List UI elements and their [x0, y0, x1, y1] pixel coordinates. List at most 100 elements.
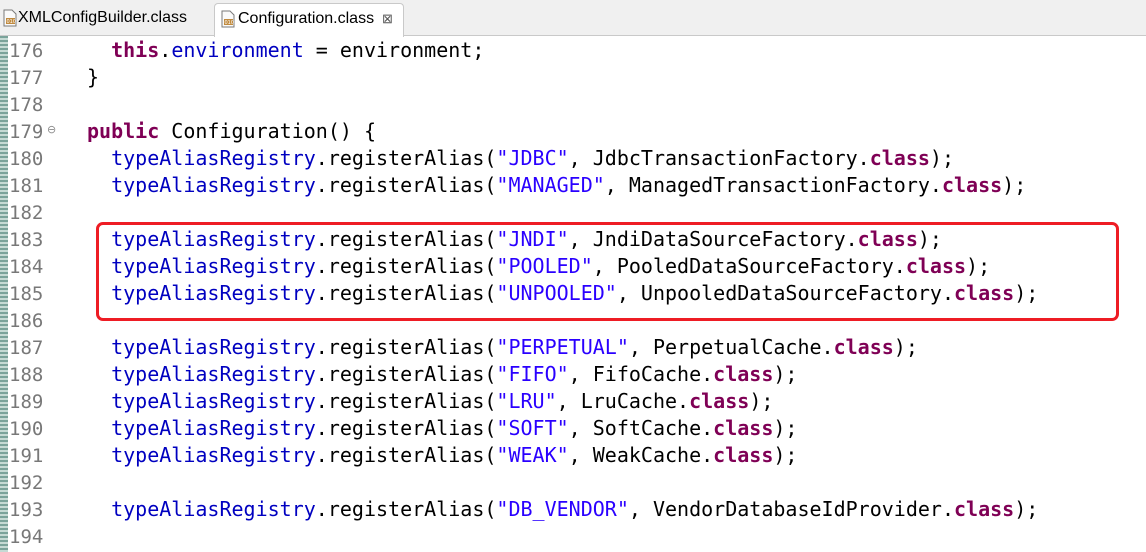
keyword-token: class: [953, 497, 1015, 521]
code-line: 187 typeAliasRegistry.registerAlias("PER…: [0, 334, 1146, 361]
code-token: , VendorDatabaseIdProvider.: [628, 497, 954, 521]
keyword-token: class: [713, 416, 774, 440]
line-number: 185: [9, 283, 44, 305]
code-text: typeAliasRegistry.registerAlias("DB_VEND…: [87, 496, 1038, 523]
line-number: 193: [9, 499, 44, 521]
code-text: typeAliasRegistry.registerAlias("PERPETU…: [87, 334, 918, 361]
keyword-token: public: [87, 119, 160, 143]
code-token: );: [929, 146, 955, 170]
svg-text:010: 010: [225, 20, 235, 26]
tab-label: Configuration.class: [238, 10, 375, 27]
tab-label: XMLConfigBuilder.class: [18, 9, 187, 26]
code-line: 181 typeAliasRegistry.registerAlias("MAN…: [0, 172, 1146, 199]
code-token: , PerpetualCache.: [628, 335, 834, 359]
line-number: 194: [9, 526, 44, 548]
code-token: , FifoCache.: [568, 362, 714, 386]
code-line: 189 typeAliasRegistry.registerAlias("LRU…: [0, 388, 1146, 415]
code-line: 192: [0, 469, 1146, 496]
line-number: 176: [9, 40, 44, 62]
keyword-token: class: [713, 362, 774, 386]
string-token: "FIFO": [496, 362, 569, 386]
code-token: );: [773, 362, 798, 386]
line-number: 177: [9, 67, 44, 89]
svg-text:010: 010: [7, 19, 17, 25]
tab-configuration[interactable]: 010 Configuration.class ⊠: [214, 3, 404, 37]
keyword-token: class: [833, 335, 894, 359]
keyword-token: class: [713, 443, 774, 467]
code-token: );: [1014, 497, 1039, 521]
line-number: 181: [9, 175, 44, 197]
code-text: typeAliasRegistry.registerAlias("MANAGED…: [87, 172, 1026, 199]
code-token: .registerAlias(: [315, 362, 497, 386]
string-token: "MANAGED": [496, 173, 605, 197]
code-token: .registerAlias(: [315, 416, 497, 440]
line-number: 187: [9, 337, 44, 359]
keyword-token: class: [941, 173, 1003, 197]
code-token: }: [87, 65, 100, 89]
code-token: .registerAlias(: [315, 443, 497, 467]
line-number: 191: [9, 445, 44, 467]
code-line: 190 typeAliasRegistry.registerAlias("SOF…: [0, 415, 1146, 442]
code-token: , WeakCache.: [568, 443, 714, 467]
code-token: );: [749, 389, 774, 413]
keyword-token: class: [869, 146, 930, 170]
code-token: , JdbcTransactionFactory.: [568, 146, 870, 170]
tab-xmlconfigbuilder[interactable]: 010 XMLConfigBuilder.class: [0, 3, 214, 36]
field-token: typeAliasRegistry: [111, 173, 316, 197]
fold-collapse-icon[interactable]: ⊖: [47, 123, 56, 136]
code-token: );: [1002, 173, 1027, 197]
field-token: typeAliasRegistry: [111, 389, 316, 413]
keyword-token: class: [689, 389, 750, 413]
field-token: typeAliasRegistry: [111, 443, 316, 467]
code-token: .registerAlias(: [315, 389, 497, 413]
field-token: typeAliasRegistry: [111, 362, 316, 386]
code-text: typeAliasRegistry.registerAlias("SOFT", …: [87, 415, 797, 442]
code-text: typeAliasRegistry.registerAlias("LRU", L…: [87, 388, 773, 415]
line-number: 178: [9, 94, 44, 116]
red-highlight-box: [96, 222, 1119, 321]
code-line: 180 typeAliasRegistry.registerAlias("JDB…: [0, 145, 1146, 172]
field-token: environment: [171, 38, 304, 62]
close-icon[interactable]: ⊠: [382, 4, 393, 34]
line-number: 189: [9, 391, 44, 413]
code-editor[interactable]: 176 this.environment = environment; 177} 1…: [0, 36, 1146, 552]
field-token: typeAliasRegistry: [111, 497, 316, 521]
line-number: 179: [9, 121, 44, 143]
class-file-icon: 010: [3, 9, 17, 27]
code-token: Configuration() {: [159, 119, 376, 143]
code-token: .registerAlias(: [315, 335, 497, 359]
code-token: , ManagedTransactionFactory.: [604, 173, 942, 197]
code-text: this.environment = environment;: [87, 37, 484, 64]
string-token: "LRU": [496, 389, 557, 413]
code-text: }: [87, 64, 99, 91]
code-text: typeAliasRegistry.registerAlias("JDBC", …: [87, 145, 954, 172]
string-token: "SOFT": [496, 416, 569, 440]
code-text: typeAliasRegistry.registerAlias("FIFO", …: [87, 361, 797, 388]
code-line: 191 typeAliasRegistry.registerAlias("WEA…: [0, 442, 1146, 469]
code-token: , SoftCache.: [568, 416, 714, 440]
code-token: .registerAlias(: [315, 146, 497, 170]
code-line: 179 ⊖ public Configuration() {: [0, 118, 1146, 145]
field-token: typeAliasRegistry: [111, 335, 316, 359]
code-token: );: [773, 443, 798, 467]
editor-tab-bar: 010 XMLConfigBuilder.class 010 Configura…: [0, 0, 1146, 37]
line-number: 182: [9, 202, 44, 224]
line-number: 186: [9, 310, 44, 332]
code-line: 188 typeAliasRegistry.registerAlias("FIF…: [0, 361, 1146, 388]
code-line: 177}: [0, 64, 1146, 91]
line-number: 180: [9, 148, 44, 170]
line-number: 183: [9, 229, 44, 251]
code-token: , LruCache.: [556, 389, 690, 413]
keyword-token: this: [111, 38, 160, 62]
code-token: );: [893, 335, 918, 359]
field-token: typeAliasRegistry: [111, 146, 316, 170]
string-token: "WEAK": [496, 443, 569, 467]
code-token: = environment;: [303, 38, 485, 62]
code-text: public Configuration() {: [87, 118, 376, 145]
